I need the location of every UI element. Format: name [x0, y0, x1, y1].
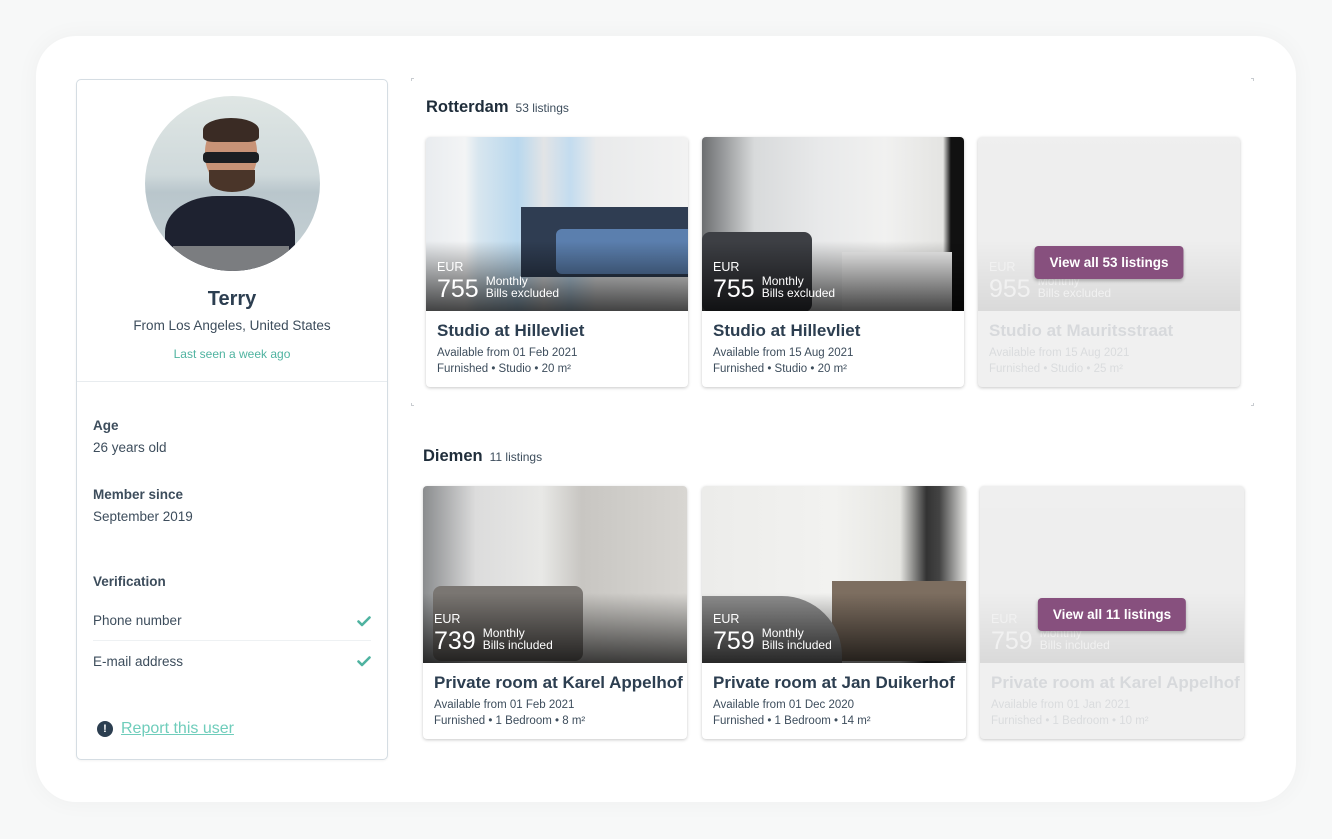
listing-specs: Furnished • 1 Bedroom • 14 m² — [713, 715, 871, 727]
verification-item-label: Phone number — [93, 613, 182, 628]
listing-photo: EUR 755 Monthly Bills excluded — [702, 137, 964, 311]
verification-email: E-mail address — [93, 641, 371, 681]
verification-phone: Phone number — [93, 601, 371, 641]
currency: EUR — [713, 612, 740, 626]
section-city: Rotterdam — [426, 98, 509, 116]
listing-card-preview: EUR 759 Monthly Bills included Private ro… — [980, 486, 1244, 739]
report-user: ! Report this user — [97, 720, 234, 738]
price-amount: 755 — [713, 275, 755, 303]
listing-photo: EUR 759 Monthly Bills included — [980, 486, 1244, 663]
bills-info: Bills included — [482, 638, 553, 652]
price-amount: 755 — [437, 275, 479, 303]
listing-specs: Furnished • 1 Bedroom • 8 m² — [434, 715, 586, 727]
verification-item-label: E-mail address — [93, 653, 184, 669]
listing-photo: EUR 955 Monthly Bills excluded — [978, 137, 1240, 311]
divider — [77, 381, 387, 382]
currency: EUR — [434, 612, 461, 626]
bills-info: Bills included — [1039, 638, 1110, 652]
listing-card-preview: EUR 955 Monthly Bills excluded Studio at … — [978, 137, 1240, 387]
verification-label: Verification — [93, 574, 166, 589]
member-since-label: Member since — [93, 487, 184, 502]
listing-specs: Furnished • 1 Bedroom • 10 m² — [991, 715, 1149, 727]
currency: EUR — [713, 260, 740, 274]
last-seen: Last seen a week ago — [173, 347, 291, 361]
price-amount: 759 — [991, 627, 1033, 655]
price-amount: 759 — [713, 627, 755, 655]
view-all-listings-button[interactable]: View all 53 listings — [1034, 246, 1184, 279]
listing-title: Studio at Mauritsstraat — [989, 321, 1174, 340]
listing-availability: Available from 15 Aug 2021 — [989, 347, 1130, 359]
listing-card[interactable]: EUR 739 Monthly Bills included Private ro… — [423, 486, 687, 739]
age-value: 26 years old — [93, 440, 167, 455]
check-icon — [357, 615, 371, 626]
listing-availability: Available from 01 Dec 2020 — [713, 699, 855, 711]
price-amount: 739 — [434, 627, 476, 655]
price-amount: 955 — [989, 275, 1031, 303]
bills-info: Bills excluded — [485, 286, 560, 300]
listing-specs: Furnished • Studio • 20 m² — [713, 363, 847, 375]
currency: EUR — [437, 260, 464, 274]
listing-specs: Furnished • Studio • 25 m² — [989, 363, 1123, 375]
listing-title: Private room at Karel Appelhof — [434, 673, 683, 692]
listing-card[interactable]: EUR 755 Monthly Bills excluded Studio at … — [426, 137, 688, 387]
view-all-listings-button[interactable]: View all 11 listings — [1037, 598, 1187, 631]
report-user-link[interactable]: Report this user — [121, 720, 234, 738]
check-icon — [357, 656, 371, 667]
avatar — [145, 96, 320, 271]
listing-title: Studio at Hillevliet — [713, 321, 861, 340]
listing-availability: Available from 15 Aug 2021 — [713, 347, 854, 359]
listing-availability: Available from 01 Feb 2021 — [434, 699, 575, 711]
listing-title: Private room at Jan Duikerhof — [713, 673, 955, 692]
price-tag: EUR 759 Monthly Bills included — [713, 612, 832, 655]
price-tag: EUR 739 Monthly Bills included — [434, 612, 553, 655]
listing-photo: EUR 755 Monthly Bills excluded — [426, 137, 688, 311]
section-header-rotterdam: Rotterdam 53 listings — [426, 98, 569, 117]
section-city: Diemen — [423, 447, 483, 465]
listing-photo: EUR 759 Monthly Bills included — [702, 486, 966, 663]
member-since-value: September 2019 — [93, 509, 193, 524]
listing-card[interactable]: EUR 759 Monthly Bills included Private ro… — [702, 486, 966, 739]
listing-title: Studio at Hillevliet — [437, 321, 585, 340]
profile-name: Terry — [207, 288, 257, 310]
bills-info: Bills excluded — [761, 286, 836, 300]
section-header-diemen: Diemen 11 listings — [423, 447, 542, 466]
profile-card: Terry From Los Angeles, United States La… — [76, 79, 388, 760]
age-label: Age — [93, 418, 119, 433]
section-count: 11 listings — [489, 450, 543, 464]
listing-title: Private room at Karel Appelhof — [991, 673, 1240, 692]
currency: EUR — [989, 260, 1016, 274]
listing-availability: Available from 01 Feb 2021 — [437, 347, 578, 359]
profile-location: From Los Angeles, United States — [133, 318, 331, 333]
listing-photo: EUR 739 Monthly Bills included — [423, 486, 687, 663]
bills-info: Bills excluded — [1037, 286, 1112, 300]
listing-card[interactable]: EUR 755 Monthly Bills excluded Studio at … — [702, 137, 964, 387]
price-tag: EUR 755 Monthly Bills excluded — [713, 260, 836, 303]
section-count: 53 listings — [515, 101, 569, 115]
listing-specs: Furnished • Studio • 20 m² — [437, 363, 571, 375]
currency: EUR — [991, 612, 1018, 626]
exclamation-circle-icon: ! — [97, 721, 113, 737]
price-tag: EUR 755 Monthly Bills excluded — [437, 260, 560, 303]
bills-info: Bills included — [761, 638, 832, 652]
listing-availability: Available from 01 Jan 2021 — [991, 699, 1131, 711]
